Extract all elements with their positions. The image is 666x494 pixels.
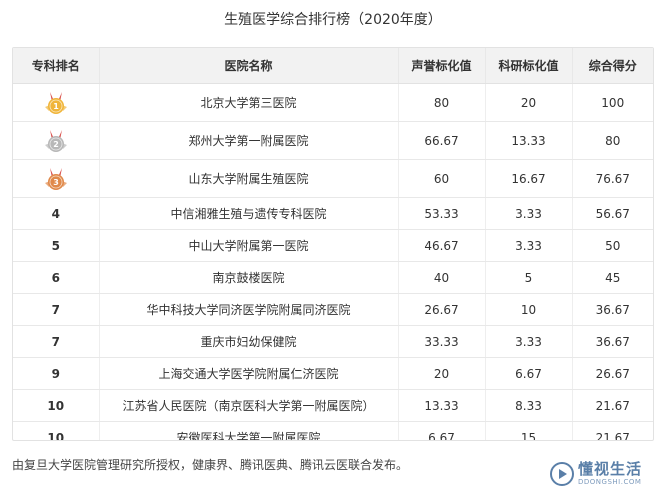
total-score-cell: 21.67 [572,389,653,422]
rank-cell: 2 [13,121,100,160]
hospital-name-cell: 南京鼓楼医院 [99,261,399,294]
hospital-name-cell: 北京大学第三医院 [99,83,399,122]
research-value-cell: 8.33 [485,389,573,422]
reputation-value-cell: 53.33 [398,197,486,230]
reputation-value-cell: 66.67 [398,121,486,160]
header-reputation: 声誉标化值 [398,48,486,84]
research-value-cell: 3.33 [485,229,573,262]
reputation-value-cell: 13.33 [398,389,486,422]
bronze-medal-icon: 3 [41,165,71,193]
hospital-name-cell: 重庆市妇幼保健院 [99,325,399,358]
hospital-name-cell: 华中科技大学同济医学院附属同济医院 [99,293,399,326]
table-row: 5 中山大学附属第一医院 46.67 3.33 50 [13,229,653,262]
play-logo-icon [550,462,574,486]
hospital-name-cell: 安徽医科大学第一附属医院 [99,421,399,440]
total-score-cell: 26.67 [572,357,653,390]
reputation-value-cell: 20 [398,357,486,390]
table-row: 1 北京大学第三医院 80 20 100 [13,83,653,122]
research-value-cell: 6.67 [485,357,573,390]
rank-cell: 9 [13,357,100,390]
watermark: 懂视生活 DDONGSHI.COM [550,461,660,487]
rank-cell: 4 [13,197,100,230]
reputation-value-cell: 80 [398,83,486,122]
footer-note: 由复旦大学医院管理研究所授权，健康界、腾讯医典、腾讯云医联合发布。 [12,458,409,472]
table-row: 6 南京鼓楼医院 40 5 45 [13,261,653,294]
watermark-sub-text: DDONGSHI.COM [578,478,642,486]
watermark-main-text: 懂视生活 [578,460,643,478]
header-rank: 专科排名 [13,48,100,84]
table-row: 10 江苏省人民医院（南京医科大学第一附属医院） 13.33 8.33 21.67 [13,389,653,422]
header-score: 综合得分 [572,48,653,84]
total-score-cell: 76.67 [572,159,653,198]
rank-cell: 5 [13,229,100,262]
rank-number: 7 [51,302,60,317]
rank-number: 10 [47,430,65,441]
table-row: 7 华中科技大学同济医学院附属同济医院 26.67 10 36.67 [13,293,653,326]
reputation-value-cell: 33.33 [398,325,486,358]
total-score-cell: 100 [572,83,653,122]
table-row: 9 上海交通大学医学院附属仁济医院 20 6.67 26.67 [13,357,653,390]
table-row: 7 重庆市妇幼保健院 33.33 3.33 36.67 [13,325,653,358]
medal-rank-number: 1 [53,102,59,111]
rank-cell: 10 [13,421,100,441]
rank-cell: 3 [13,159,100,198]
research-value-cell: 3.33 [485,325,573,358]
research-value-cell: 5 [485,261,573,294]
hospital-name-cell: 上海交通大学医学院附属仁济医院 [99,357,399,390]
total-score-cell: 50 [572,229,653,262]
rank-number: 10 [47,398,65,413]
rank-cell: 7 [13,293,100,326]
rank-cell: 7 [13,325,100,358]
total-score-cell: 45 [572,261,653,294]
table-body: 1 北京大学第三医院 80 20 100 2 郑州大学第一附属医院 66.67 13.33 80 3… [13,83,653,441]
rank-number: 6 [51,270,60,285]
medal-rank-number: 2 [53,140,59,149]
rank-number: 4 [51,206,60,221]
hospital-name-cell: 郑州大学第一附属医院 [99,121,399,160]
page-title: 生殖医学综合排行榜（2020年度） [224,12,442,28]
table-header-row: 专科排名 医院名称 声誉标化值 科研标化值 综合得分 [13,48,653,84]
research-value-cell: 16.67 [485,159,573,198]
rank-number: 7 [51,334,60,349]
table-row: 10 安徽医科大学第一附属医院 6.67 15 21.67 [13,421,653,441]
rank-number: 9 [51,366,60,381]
table-row: 4 中信湘雅生殖与遗传专科医院 53.33 3.33 56.67 [13,197,653,230]
reputation-value-cell: 60 [398,159,486,198]
rank-cell: 6 [13,261,100,294]
hospital-name-cell: 山东大学附属生殖医院 [99,159,399,198]
hospital-name-cell: 中山大学附属第一医院 [99,229,399,262]
research-value-cell: 3.33 [485,197,573,230]
ranking-table-frame: 专科排名 医院名称 声誉标化值 科研标化值 综合得分 1 北京大学第三医院 80 20… [12,47,654,441]
total-score-cell: 56.67 [572,197,653,230]
research-value-cell: 13.33 [485,121,573,160]
table-row: 3 山东大学附属生殖医院 60 16.67 76.67 [13,159,653,198]
total-score-cell: 36.67 [572,325,653,358]
medal-rank-number: 3 [53,178,59,187]
research-value-cell: 15 [485,421,573,440]
total-score-cell: 80 [572,121,653,160]
header-research: 科研标化值 [485,48,573,84]
header-hospital: 医院名称 [99,48,399,84]
hospital-name-cell: 中信湘雅生殖与遗传专科医院 [99,197,399,230]
hospital-name-cell: 江苏省人民医院（南京医科大学第一附属医院） [99,389,399,422]
reputation-value-cell: 46.67 [398,229,486,262]
reputation-value-cell: 26.67 [398,293,486,326]
total-score-cell: 21.67 [595,430,630,441]
total-score-cell: 36.67 [572,293,653,326]
rank-cell: 10 [13,389,100,422]
ranking-table: 专科排名 医院名称 声誉标化值 科研标化值 综合得分 1 北京大学第三医院 80 20… [13,48,653,441]
research-value-cell: 10 [485,293,573,326]
gold-medal-icon: 1 [41,89,71,117]
table-row: 2 郑州大学第一附属医院 66.67 13.33 80 [13,121,653,160]
reputation-value-cell: 40 [398,261,486,294]
reputation-value-cell: 6.67 [398,421,486,440]
research-value-cell: 20 [485,83,573,122]
rank-cell: 1 [13,83,100,122]
rank-number: 5 [51,238,60,253]
silver-medal-icon: 2 [41,127,71,155]
